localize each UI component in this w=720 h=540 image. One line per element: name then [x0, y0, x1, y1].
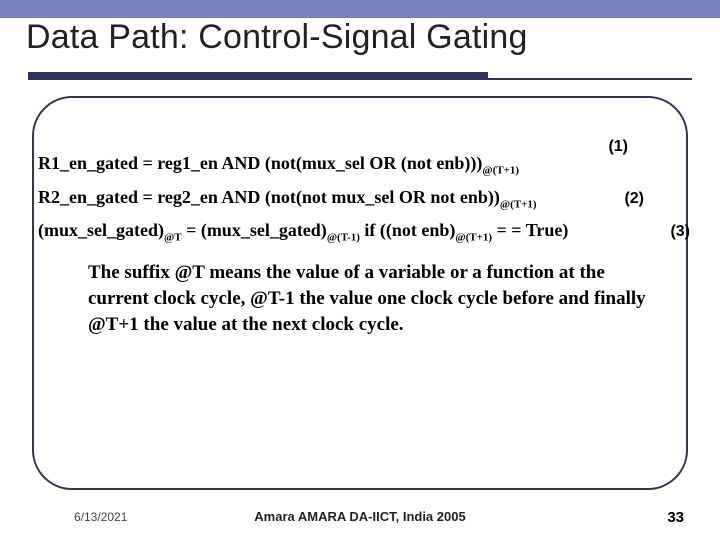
slide-title: Data Path: Control-Signal Gating — [26, 18, 694, 57]
equation-3-part-a: (mux_sel_gated) — [38, 220, 164, 240]
equation-3-part-d: = = True) — [492, 220, 568, 240]
equation-1-subscript: @(T+1) — [482, 165, 519, 177]
equation-2-text: R2_en_gated = reg2_en AND (not(not mux_s… — [38, 187, 500, 207]
equation-3-sub-c: @(T+1) — [455, 232, 492, 244]
equation-3-sub-a: @T — [164, 232, 182, 244]
equation-3-sub-b: @(T-1) — [327, 232, 360, 244]
equation-2: R2_en_gated = reg2_en AND (not(not mux_s… — [38, 184, 688, 218]
equation-2-subscript: @(T+1) — [500, 198, 537, 210]
equation-1: R1_en_gated = reg1_en AND (not(mux_sel O… — [38, 150, 688, 184]
equation-1-tag: (1) — [608, 134, 628, 160]
title-rule-thin — [28, 78, 692, 80]
equations-block: R1_en_gated = reg1_en AND (not(mux_sel O… — [38, 150, 688, 251]
explanation-text: The suffix @T means the value of a varia… — [88, 260, 648, 338]
equation-1-text: R1_en_gated = reg1_en AND (not(mux_sel O… — [38, 153, 482, 173]
slide: Data Path: Control-Signal Gating R1_en_g… — [0, 0, 720, 540]
equation-3-part-c: if ((not enb) — [360, 220, 456, 240]
equation-3-tag: (3) — [670, 219, 690, 245]
equation-3: (mux_sel_gated)@T = (mux_sel_gated)@(T-1… — [38, 217, 688, 251]
equation-2-tag: (2) — [624, 186, 644, 212]
footer-page-number: 33 — [667, 509, 684, 526]
footer-center: Amara AMARA DA-IICT, India 2005 — [0, 509, 720, 524]
top-accent-bar — [0, 0, 720, 18]
equation-3-part-b: = (mux_sel_gated) — [182, 220, 327, 240]
